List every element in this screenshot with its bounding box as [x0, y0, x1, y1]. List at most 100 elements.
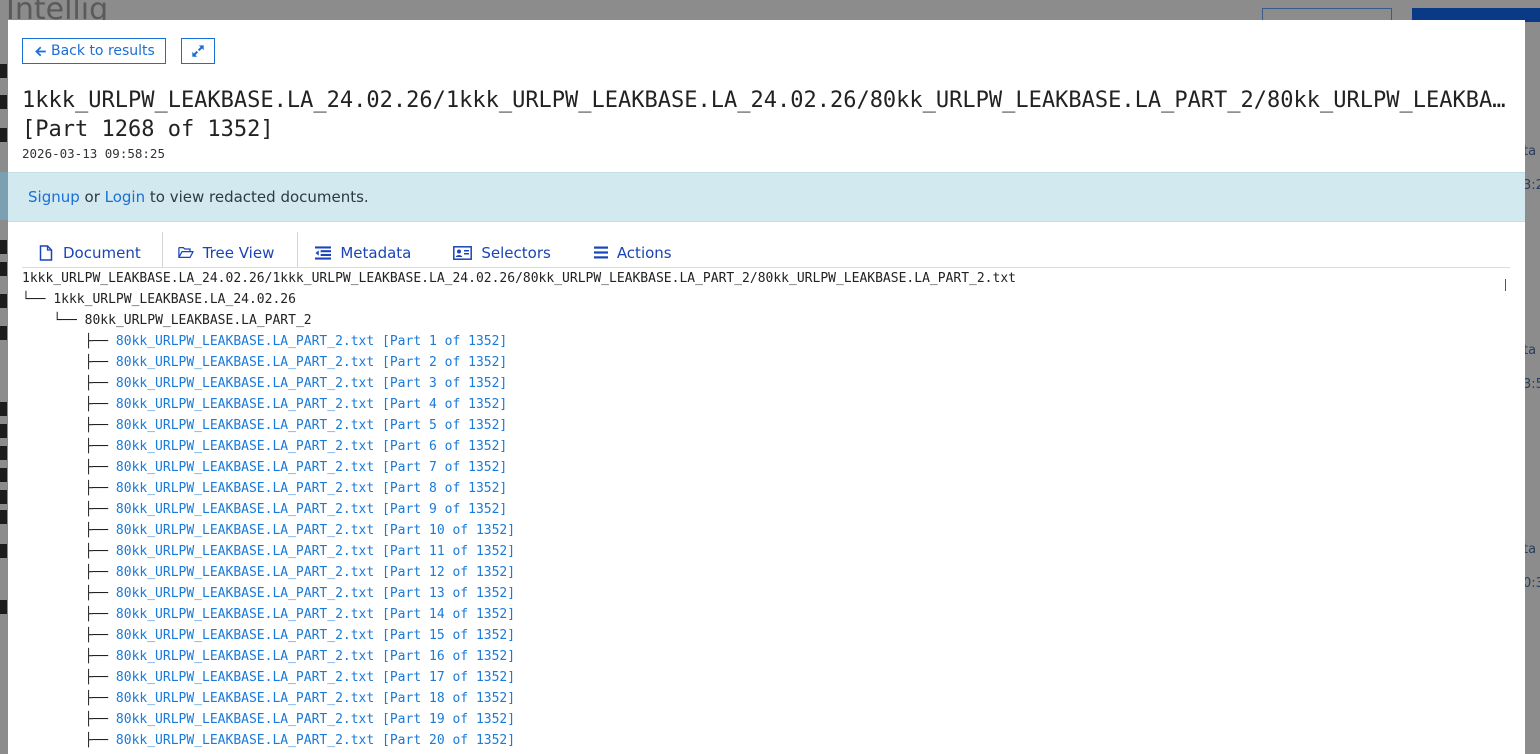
back-to-results-button[interactable]: Back to results	[22, 38, 166, 64]
tree-branch: ├──	[22, 733, 116, 748]
folder-open-icon	[177, 245, 194, 261]
expand-icon	[191, 44, 205, 58]
arrow-left-icon	[33, 44, 47, 58]
tree-item-link[interactable]: 80kk_URLPW_LEAKBASE.LA_PART_2.txt [Part …	[116, 502, 507, 517]
id-card-icon	[453, 245, 473, 261]
modal-toolbar: Back to results	[22, 38, 215, 64]
alert-message-text: to view redacted documents.	[145, 188, 369, 206]
background-left-mark	[0, 294, 7, 308]
tree-item: ├── 80kk_URLPW_LEAKBASE.LA_PART_2.txt [P…	[22, 352, 1502, 373]
login-alert: Signup or Login to view redacted documen…	[8, 172, 1525, 222]
tree-branch: ├──	[22, 502, 116, 517]
document-title-part: [Part 1268 of 1352]	[22, 117, 274, 142]
tree-item-link[interactable]: 80kk_URLPW_LEAKBASE.LA_PART_2.txt [Part …	[116, 460, 507, 475]
tree-branch: ├──	[22, 397, 116, 412]
tree-branch: ├──	[22, 460, 116, 475]
tree-item: ├── 80kk_URLPW_LEAKBASE.LA_PART_2.txt [P…	[22, 646, 1502, 667]
tree-branch: ├──	[22, 691, 116, 706]
background-right-fragment: 3:5	[1523, 377, 1540, 392]
expand-button[interactable]	[180, 38, 215, 64]
tree-branch: ├──	[22, 523, 116, 538]
tree-item: ├── 80kk_URLPW_LEAKBASE.LA_PART_2.txt [P…	[22, 394, 1502, 415]
background-left-mark	[0, 490, 7, 504]
tree-item: ├── 80kk_URLPW_LEAKBASE.LA_PART_2.txt [P…	[22, 436, 1502, 457]
tree-row-level2: └── 80kk_URLPW_LEAKBASE.LA_PART_2	[22, 310, 1502, 331]
tab-selectors-label: Selectors	[481, 243, 551, 262]
tree-item-link[interactable]: 80kk_URLPW_LEAKBASE.LA_PART_2.txt [Part …	[116, 376, 507, 391]
background-left-mark	[0, 446, 7, 460]
tree-branch: ├──	[22, 607, 116, 622]
background-right-fragment: 0:3	[1523, 576, 1540, 591]
document-timestamp: 2026-03-13 09:58:25	[22, 146, 165, 161]
background-left-mark	[0, 95, 7, 109]
tree-item-link[interactable]: 80kk_URLPW_LEAKBASE.LA_PART_2.txt [Part …	[116, 628, 515, 643]
list-indent-icon	[315, 245, 332, 261]
tree-item-link[interactable]: 80kk_URLPW_LEAKBASE.LA_PART_2.txt [Part …	[116, 607, 515, 622]
tree-branch: ├──	[22, 439, 116, 454]
tree-branch: ├──	[22, 334, 116, 349]
background-left-mark	[0, 128, 7, 142]
scrollbar-indicator[interactable]	[1505, 279, 1506, 291]
tree-item-link[interactable]: 80kk_URLPW_LEAKBASE.LA_PART_2.txt [Part …	[116, 544, 515, 559]
tab-document-label: Document	[63, 243, 141, 262]
background-left-mark	[0, 262, 7, 276]
background-left-mark	[0, 240, 7, 254]
tree-branch: ├──	[22, 649, 116, 664]
tree-item-link[interactable]: 80kk_URLPW_LEAKBASE.LA_PART_2.txt [Part …	[116, 481, 507, 496]
menu-icon	[593, 245, 608, 261]
background-left-mark	[0, 468, 7, 482]
tree-item-link[interactable]: 80kk_URLPW_LEAKBASE.LA_PART_2.txt [Part …	[116, 418, 507, 433]
tree-item-link[interactable]: 80kk_URLPW_LEAKBASE.LA_PART_2.txt [Part …	[116, 691, 515, 706]
tab-tree-view[interactable]: Tree View	[163, 232, 298, 267]
tree-item: ├── 80kk_URLPW_LEAKBASE.LA_PART_2.txt [P…	[22, 331, 1502, 352]
tree-item: ├── 80kk_URLPW_LEAKBASE.LA_PART_2.txt [P…	[22, 415, 1502, 436]
background-right-fragment: ta	[1523, 343, 1537, 358]
tree-item: ├── 80kk_URLPW_LEAKBASE.LA_PART_2.txt [P…	[22, 562, 1502, 583]
tree-item: ├── 80kk_URLPW_LEAKBASE.LA_PART_2.txt [P…	[22, 373, 1502, 394]
document-modal: Back to results 1kkk_URLPW_LEAKBASE.LA_2…	[8, 20, 1525, 754]
tree-item-link[interactable]: 80kk_URLPW_LEAKBASE.LA_PART_2.txt [Part …	[116, 670, 515, 685]
tree-item-link[interactable]: 80kk_URLPW_LEAKBASE.LA_PART_2.txt [Part …	[116, 397, 507, 412]
tree-folder-label: 1kkk_URLPW_LEAKBASE.LA_24.02.26	[53, 292, 296, 307]
tree-item-link[interactable]: 80kk_URLPW_LEAKBASE.LA_PART_2.txt [Part …	[116, 586, 515, 601]
tree-item: ├── 80kk_URLPW_LEAKBASE.LA_PART_2.txt [P…	[22, 520, 1502, 541]
tree-row-level1: └── 1kkk_URLPW_LEAKBASE.LA_24.02.26	[22, 289, 1502, 310]
tree-branch: ├──	[22, 376, 116, 391]
tree-item: ├── 80kk_URLPW_LEAKBASE.LA_PART_2.txt [P…	[22, 478, 1502, 499]
tree-item: ├── 80kk_URLPW_LEAKBASE.LA_PART_2.txt [P…	[22, 667, 1502, 688]
tree-branch: ├──	[22, 670, 116, 685]
tree-item-link[interactable]: 80kk_URLPW_LEAKBASE.LA_PART_2.txt [Part …	[116, 565, 515, 580]
tree-item-link[interactable]: 80kk_URLPW_LEAKBASE.LA_PART_2.txt [Part …	[116, 439, 507, 454]
background-left-mark	[0, 424, 7, 438]
tree-item-link[interactable]: 80kk_URLPW_LEAKBASE.LA_PART_2.txt [Part …	[116, 355, 507, 370]
tree-item-link[interactable]: 80kk_URLPW_LEAKBASE.LA_PART_2.txt [Part …	[116, 523, 515, 538]
tree-branch: ├──	[22, 565, 116, 580]
signup-link[interactable]: Signup	[28, 188, 80, 206]
tab-metadata[interactable]: Metadata	[298, 232, 453, 267]
tree-item-link[interactable]: 80kk_URLPW_LEAKBASE.LA_PART_2.txt [Part …	[116, 733, 515, 748]
document-title: 1kkk_URLPW_LEAKBASE.LA_24.02.26/1kkk_URL…	[22, 86, 1508, 144]
login-link[interactable]: Login	[105, 188, 145, 206]
tree-item: ├── 80kk_URLPW_LEAKBASE.LA_PART_2.txt [P…	[22, 688, 1502, 709]
background-right-fragment: ta	[1523, 542, 1537, 557]
tree-item: ├── 80kk_URLPW_LEAKBASE.LA_PART_2.txt [P…	[22, 457, 1502, 478]
tree-item-link[interactable]: 80kk_URLPW_LEAKBASE.LA_PART_2.txt [Part …	[116, 712, 515, 727]
background-left-mark	[0, 64, 7, 78]
tree-view: 1kkk_URLPW_LEAKBASE.LA_24.02.26/1kkk_URL…	[22, 268, 1502, 751]
tree-branch: ├──	[22, 586, 116, 601]
tab-document[interactable]: Document	[22, 232, 162, 267]
tree-folder-label: 80kk_URLPW_LEAKBASE.LA_PART_2	[84, 313, 312, 328]
back-to-results-label: Back to results	[51, 43, 155, 59]
tree-branch: └──	[22, 313, 85, 328]
document-tabs: Document Tree View Metadata Selectors Ac…	[22, 232, 1510, 268]
tree-item: ├── 80kk_URLPW_LEAKBASE.LA_PART_2.txt [P…	[22, 730, 1502, 751]
tree-item-link[interactable]: 80kk_URLPW_LEAKBASE.LA_PART_2.txt [Part …	[116, 649, 515, 664]
background-left-mark	[0, 600, 7, 614]
tree-item: ├── 80kk_URLPW_LEAKBASE.LA_PART_2.txt [P…	[22, 583, 1502, 604]
tab-actions-label: Actions	[616, 243, 672, 262]
tree-item: ├── 80kk_URLPW_LEAKBASE.LA_PART_2.txt [P…	[22, 541, 1502, 562]
tab-metadata-label: Metadata	[340, 243, 412, 262]
tab-actions[interactable]: Actions	[593, 232, 672, 267]
tree-item-link[interactable]: 80kk_URLPW_LEAKBASE.LA_PART_2.txt [Part …	[116, 334, 507, 349]
tab-selectors[interactable]: Selectors	[453, 232, 593, 267]
